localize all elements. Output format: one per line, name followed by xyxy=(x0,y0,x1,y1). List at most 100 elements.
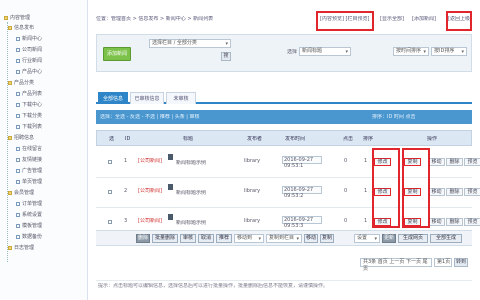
move-button[interactable]: 移动 xyxy=(304,234,318,243)
sidebar-item-label: 行业新闻 xyxy=(22,58,43,64)
sidebar-item[interactable]: 产品分类 xyxy=(8,79,34,86)
selection-toolbar: 选择：全选 - 反选 - 不选 | 推荐 | 头条 | 审核 排序：ID 时间 … xyxy=(96,110,472,124)
sort-select-value: 按时间排序 xyxy=(396,48,422,54)
sidebar-item[interactable]: 订单管理 xyxy=(16,200,42,207)
tab-approved[interactable]: 已审核信息 xyxy=(130,92,164,104)
sidebar-item[interactable]: 产品中心 xyxy=(16,68,42,75)
copy-target-value: 复制到栏目 xyxy=(269,235,295,241)
row-action-button[interactable]: 移动 xyxy=(428,158,445,166)
row-action-button[interactable]: 移动 xyxy=(428,218,445,226)
sidebar-item[interactable]: 下载列表 xyxy=(16,123,42,130)
delete-button[interactable]: 删除 xyxy=(136,234,150,243)
sidebar-item[interactable]: 会员管理 xyxy=(8,189,34,196)
sidebar-item[interactable]: 单页管理 xyxy=(16,178,42,185)
sidebar-item[interactable]: 行业新闻 xyxy=(16,57,42,64)
row-author: library xyxy=(244,158,261,164)
sidebar-item[interactable]: 系统设置 xyxy=(16,211,42,218)
page-icon xyxy=(16,58,20,63)
row-action-button[interactable]: 删除 xyxy=(446,188,463,196)
generate-all-button[interactable]: 全部生成 xyxy=(430,234,462,243)
batch-delete-button[interactable]: 批量删除 xyxy=(152,234,178,243)
sidebar-item[interactable]: 日志管理 xyxy=(8,244,34,251)
sidebar-item[interactable]: 下载分类 xyxy=(16,112,42,119)
tree-root[interactable]: 内容管理 xyxy=(4,14,30,21)
page-select[interactable]: 第1页 xyxy=(434,258,452,267)
sidebar-item[interactable]: 新闻中心 xyxy=(16,35,42,42)
sidebar-item-label: 招聘信息 xyxy=(14,135,35,141)
sidebar-item[interactable]: 友情链接 xyxy=(16,156,42,163)
row-action-button[interactable]: 预览 xyxy=(464,218,480,226)
search-go-button[interactable]: 搜 xyxy=(221,52,231,61)
row-checkbox[interactable] xyxy=(108,160,112,164)
add-news-link[interactable]: [添加新闻] xyxy=(412,16,436,23)
footer-note: 提示：点击标题可以编辑信息，选择信息后可以进行批量操作，批量删除后信息不能恢复，… xyxy=(96,280,472,290)
col-actions: 操作 xyxy=(427,136,438,142)
sidebar-item-label: 会员管理 xyxy=(14,190,35,196)
row-action-button[interactable]: 移动 xyxy=(428,188,445,196)
row-title-text[interactable]: 新闻标题示例 xyxy=(176,220,206,227)
show-all-link[interactable]: [显示全部] xyxy=(380,16,404,23)
row-action-button[interactable]: 删除 xyxy=(446,218,463,226)
update-button[interactable]: 更新 xyxy=(382,234,396,243)
move-target-select[interactable]: 移动到 ▾ xyxy=(234,234,264,243)
tab-all[interactable]: 全部信息 xyxy=(98,92,128,104)
order-select[interactable]: 按ID排序 ▾ xyxy=(431,47,467,56)
sidebar-item[interactable]: 模板管理 xyxy=(16,222,42,229)
page-info-select[interactable]: 共3条 首页 上一页 下一页 尾页 xyxy=(360,258,432,272)
sidebar-item-label: 产品分类 xyxy=(14,80,35,86)
page-icon xyxy=(16,234,20,239)
page-icon xyxy=(16,157,20,162)
setting-select[interactable]: 设置 ▾ xyxy=(354,234,380,243)
row-action-button[interactable]: 删除 xyxy=(446,158,463,166)
tab-unapproved[interactable]: 未审核 xyxy=(166,92,196,104)
cancel-button[interactable]: 取消 xyxy=(198,234,214,243)
col-date: 发布时间 xyxy=(285,136,306,142)
sidebar-item[interactable]: 招聘信息 xyxy=(8,134,34,141)
selection-options[interactable]: 选择：全选 - 反选 - 不选 | 推荐 | 头条 | 审核 xyxy=(100,114,200,121)
sort-options[interactable]: 排序：ID 时间 点击 xyxy=(372,114,416,121)
sidebar-item[interactable]: 广告管理 xyxy=(16,167,42,174)
col-author: 发布者 xyxy=(247,136,263,142)
highlight-box xyxy=(316,11,374,31)
copy-button[interactable]: 复制 xyxy=(320,234,334,243)
sidebar-item-label: 下载列表 xyxy=(22,124,43,130)
copy-target-select[interactable]: 复制到栏目 ▾ xyxy=(266,234,302,243)
column-select[interactable]: 选择栏目 / 全部分类 ▾ xyxy=(149,39,231,48)
row-title-text[interactable]: 新闻标题示例 xyxy=(176,190,206,197)
row-title-link[interactable]: [公司新闻] xyxy=(138,218,162,225)
sidebar-item[interactable]: 数据备份 xyxy=(16,233,42,240)
recommend-button[interactable]: 推荐 xyxy=(216,234,232,243)
row-title-link[interactable]: [公司新闻] xyxy=(138,158,162,165)
row-order: 1 xyxy=(364,218,368,224)
row-action-button[interactable]: 预览 xyxy=(464,158,480,166)
highlight-box xyxy=(446,11,472,31)
sidebar-item[interactable]: 产品列表 xyxy=(16,90,42,97)
chevron-down-icon: ▾ xyxy=(225,41,228,47)
row-clicks: 0 xyxy=(344,188,348,194)
row-author: library xyxy=(244,218,261,224)
sidebar-item[interactable]: 下载中心 xyxy=(16,101,42,108)
sidebar-item[interactable]: 在线留言 xyxy=(16,145,42,152)
sidebar-item-label: 模板管理 xyxy=(22,223,43,229)
row-action-button[interactable]: 预览 xyxy=(464,188,480,196)
sidebar-item-label: 系统设置 xyxy=(22,212,43,218)
field-select[interactable]: 新闻标题 ▾ xyxy=(299,47,351,56)
sidebar-item[interactable]: 信息发布 xyxy=(8,24,34,31)
sidebar-item[interactable]: 公司新闻 xyxy=(16,46,42,53)
row-title-text[interactable]: 新闻标题示例 xyxy=(176,160,206,167)
row-checkbox[interactable] xyxy=(108,190,112,194)
page-icon xyxy=(16,179,20,184)
generate-button[interactable]: 生成网页 xyxy=(398,234,428,243)
sort-select[interactable]: 按时间排序 ▾ xyxy=(393,47,429,56)
row-checkbox[interactable] xyxy=(108,220,112,224)
col-id: ID xyxy=(125,136,131,142)
approve-button[interactable]: 审核 xyxy=(180,234,196,243)
chevron-down-icon: ▾ xyxy=(258,236,261,242)
page-go-button[interactable]: 转到 xyxy=(454,258,468,267)
row-title-link[interactable]: [公司新闻] xyxy=(138,188,162,195)
row-id: 1 xyxy=(124,158,128,164)
sidebar-item-label: 数据备份 xyxy=(22,234,43,240)
add-news-button[interactable]: 添加新闻 xyxy=(103,47,131,61)
breadcrumb: 位置：管理首页 > 信息发布 > 新闻中心 > 新闻列表 xyxy=(96,16,214,22)
folder-icon xyxy=(8,80,12,85)
